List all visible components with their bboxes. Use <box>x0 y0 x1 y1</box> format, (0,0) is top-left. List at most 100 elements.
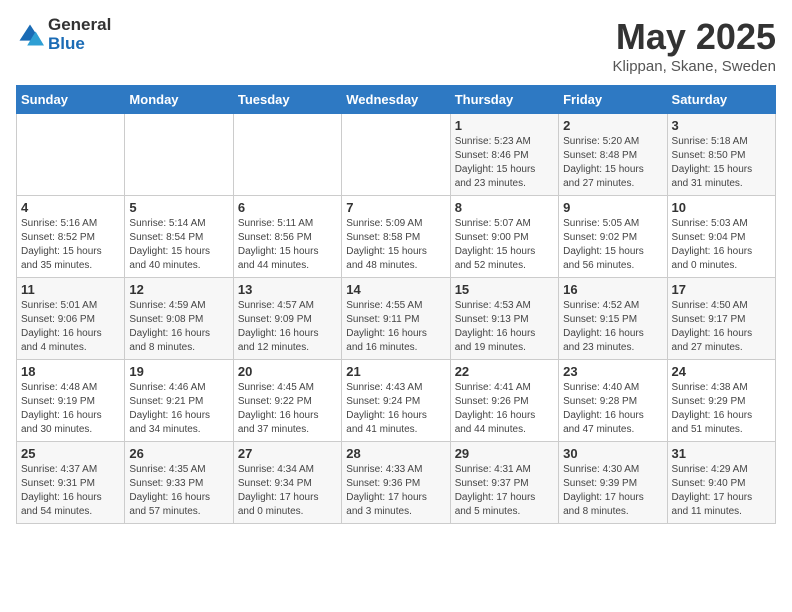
calendar-cell: 21Sunrise: 4:43 AM Sunset: 9:24 PM Dayli… <box>342 360 450 442</box>
day-number: 24 <box>672 364 771 379</box>
day-info: Sunrise: 5:14 AM Sunset: 8:54 PM Dayligh… <box>129 217 228 273</box>
calendar-week-row: 4Sunrise: 5:16 AM Sunset: 8:52 PM Daylig… <box>17 196 776 278</box>
day-info: Sunrise: 4:50 AM Sunset: 9:17 PM Dayligh… <box>672 299 771 355</box>
calendar-cell: 31 Sunrise: 4:29 AM Sunset: 9:40 PM Dayli… <box>667 442 775 524</box>
day-number: 22 <box>455 364 554 379</box>
calendar-cell: 17Sunrise: 4:50 AM Sunset: 9:17 PM Dayli… <box>667 278 775 360</box>
day-number: 12 <box>129 282 228 297</box>
day-info: Sunrise: 4:31 AM Sunset: 9:37 PM Dayligh… <box>455 463 554 519</box>
calendar-cell: 6 Sunrise: 5:11 AM Sunset: 8:56 PM Daylig… <box>233 196 341 278</box>
day-info: Sunrise: 4:52 AM Sunset: 9:15 PM Dayligh… <box>563 299 662 355</box>
day-number: 8 <box>455 200 554 215</box>
logo: General Blue <box>16 16 111 53</box>
column-header-tuesday: Tuesday <box>233 86 341 114</box>
day-number: 23 <box>563 364 662 379</box>
calendar-cell: 12Sunrise: 4:59 AM Sunset: 9:08 PM Dayli… <box>125 278 233 360</box>
day-info: Sunrise: 5:18 AM Sunset: 8:50 PM Dayligh… <box>672 135 771 191</box>
calendar-cell: 1Sunrise: 5:23 AM Sunset: 8:46 PM Daylig… <box>450 114 558 196</box>
calendar-cell: 8Sunrise: 5:07 AM Sunset: 9:00 PM Daylig… <box>450 196 558 278</box>
day-info: Sunrise: 5:23 AM Sunset: 8:46 PM Dayligh… <box>455 135 554 191</box>
day-number: 6 <box>238 200 337 215</box>
logo-icon <box>16 21 44 49</box>
calendar-cell <box>17 114 125 196</box>
month-title: May 2025 <box>613 16 776 58</box>
calendar-cell: 9 Sunrise: 5:05 AM Sunset: 9:02 PM Daylig… <box>559 196 667 278</box>
calendar-cell: 23 Sunrise: 4:40 AM Sunset: 9:28 PM Dayli… <box>559 360 667 442</box>
day-info: Sunrise: 4:41 AM Sunset: 9:26 PM Dayligh… <box>455 381 554 437</box>
calendar-cell: 14 Sunrise: 4:55 AM Sunset: 9:11 PM Dayli… <box>342 278 450 360</box>
logo-blue: Blue <box>48 35 111 54</box>
location: Klippan, Skane, Sweden <box>613 58 776 75</box>
day-number: 13 <box>238 282 337 297</box>
day-info: Sunrise: 5:11 AM Sunset: 8:56 PM Dayligh… <box>238 217 337 273</box>
column-header-sunday: Sunday <box>17 86 125 114</box>
calendar-week-row: 1Sunrise: 5:23 AM Sunset: 8:46 PM Daylig… <box>17 114 776 196</box>
calendar-table: SundayMondayTuesdayWednesdayThursdayFrid… <box>16 85 776 524</box>
day-info: Sunrise: 4:45 AM Sunset: 9:22 PM Dayligh… <box>238 381 337 437</box>
day-info: Sunrise: 5:03 AM Sunset: 9:04 PM Dayligh… <box>672 217 771 273</box>
day-number: 14 <box>346 282 445 297</box>
day-info: Sunrise: 4:57 AM Sunset: 9:09 PM Dayligh… <box>238 299 337 355</box>
day-info: Sunrise: 4:34 AM Sunset: 9:34 PM Dayligh… <box>238 463 337 519</box>
day-info: Sunrise: 5:16 AM Sunset: 8:52 PM Dayligh… <box>21 217 120 273</box>
calendar-cell: 7 Sunrise: 5:09 AM Sunset: 8:58 PM Daylig… <box>342 196 450 278</box>
calendar-cell: 3 Sunrise: 5:18 AM Sunset: 8:50 PM Daylig… <box>667 114 775 196</box>
column-header-wednesday: Wednesday <box>342 86 450 114</box>
day-info: Sunrise: 4:29 AM Sunset: 9:40 PM Dayligh… <box>672 463 771 519</box>
day-number: 30 <box>563 446 662 461</box>
day-info: Sunrise: 4:53 AM Sunset: 9:13 PM Dayligh… <box>455 299 554 355</box>
column-header-saturday: Saturday <box>667 86 775 114</box>
day-number: 20 <box>238 364 337 379</box>
page-header: General Blue May 2025 Klippan, Skane, Sw… <box>16 16 776 75</box>
day-info: Sunrise: 4:55 AM Sunset: 9:11 PM Dayligh… <box>346 299 445 355</box>
calendar-cell: 5Sunrise: 5:14 AM Sunset: 8:54 PM Daylig… <box>125 196 233 278</box>
day-info: Sunrise: 4:38 AM Sunset: 9:29 PM Dayligh… <box>672 381 771 437</box>
calendar-cell <box>342 114 450 196</box>
calendar-header-row: SundayMondayTuesdayWednesdayThursdayFrid… <box>17 86 776 114</box>
day-info: Sunrise: 4:48 AM Sunset: 9:19 PM Dayligh… <box>21 381 120 437</box>
day-info: Sunrise: 5:20 AM Sunset: 8:48 PM Dayligh… <box>563 135 662 191</box>
day-number: 21 <box>346 364 445 379</box>
calendar-cell: 26Sunrise: 4:35 AM Sunset: 9:33 PM Dayli… <box>125 442 233 524</box>
day-info: Sunrise: 4:40 AM Sunset: 9:28 PM Dayligh… <box>563 381 662 437</box>
calendar-cell: 19Sunrise: 4:46 AM Sunset: 9:21 PM Dayli… <box>125 360 233 442</box>
day-number: 16 <box>563 282 662 297</box>
calendar-week-row: 25Sunrise: 4:37 AM Sunset: 9:31 PM Dayli… <box>17 442 776 524</box>
calendar-cell: 28 Sunrise: 4:33 AM Sunset: 9:36 PM Dayli… <box>342 442 450 524</box>
day-number: 28 <box>346 446 445 461</box>
calendar-cell: 2Sunrise: 5:20 AM Sunset: 8:48 PM Daylig… <box>559 114 667 196</box>
day-number: 3 <box>672 118 771 133</box>
calendar-cell <box>125 114 233 196</box>
calendar-cell: 10 Sunrise: 5:03 AM Sunset: 9:04 PM Dayli… <box>667 196 775 278</box>
day-info: Sunrise: 4:30 AM Sunset: 9:39 PM Dayligh… <box>563 463 662 519</box>
calendar-week-row: 11 Sunrise: 5:01 AM Sunset: 9:06 PM Dayli… <box>17 278 776 360</box>
day-number: 31 <box>672 446 771 461</box>
day-number: 26 <box>129 446 228 461</box>
day-number: 25 <box>21 446 120 461</box>
day-number: 19 <box>129 364 228 379</box>
day-info: Sunrise: 5:01 AM Sunset: 9:06 PM Dayligh… <box>21 299 120 355</box>
calendar-cell: 16 Sunrise: 4:52 AM Sunset: 9:15 PM Dayli… <box>559 278 667 360</box>
day-number: 18 <box>21 364 120 379</box>
calendar-cell: 29 Sunrise: 4:31 AM Sunset: 9:37 PM Dayli… <box>450 442 558 524</box>
calendar-cell: 18 Sunrise: 4:48 AM Sunset: 9:19 PM Dayli… <box>17 360 125 442</box>
day-info: Sunrise: 5:09 AM Sunset: 8:58 PM Dayligh… <box>346 217 445 273</box>
day-number: 9 <box>563 200 662 215</box>
day-number: 29 <box>455 446 554 461</box>
calendar-cell: 11 Sunrise: 5:01 AM Sunset: 9:06 PM Dayli… <box>17 278 125 360</box>
day-info: Sunrise: 5:05 AM Sunset: 9:02 PM Dayligh… <box>563 217 662 273</box>
calendar-cell: 13 Sunrise: 4:57 AM Sunset: 9:09 PM Dayli… <box>233 278 341 360</box>
logo-text: General Blue <box>48 16 111 53</box>
column-header-thursday: Thursday <box>450 86 558 114</box>
calendar-week-row: 18 Sunrise: 4:48 AM Sunset: 9:19 PM Dayli… <box>17 360 776 442</box>
column-header-monday: Monday <box>125 86 233 114</box>
calendar-cell: 25Sunrise: 4:37 AM Sunset: 9:31 PM Dayli… <box>17 442 125 524</box>
day-number: 7 <box>346 200 445 215</box>
calendar-cell: 4Sunrise: 5:16 AM Sunset: 8:52 PM Daylig… <box>17 196 125 278</box>
day-number: 15 <box>455 282 554 297</box>
calendar-cell: 20 Sunrise: 4:45 AM Sunset: 9:22 PM Dayli… <box>233 360 341 442</box>
day-info: Sunrise: 4:33 AM Sunset: 9:36 PM Dayligh… <box>346 463 445 519</box>
day-number: 11 <box>21 282 120 297</box>
column-header-friday: Friday <box>559 86 667 114</box>
day-number: 10 <box>672 200 771 215</box>
